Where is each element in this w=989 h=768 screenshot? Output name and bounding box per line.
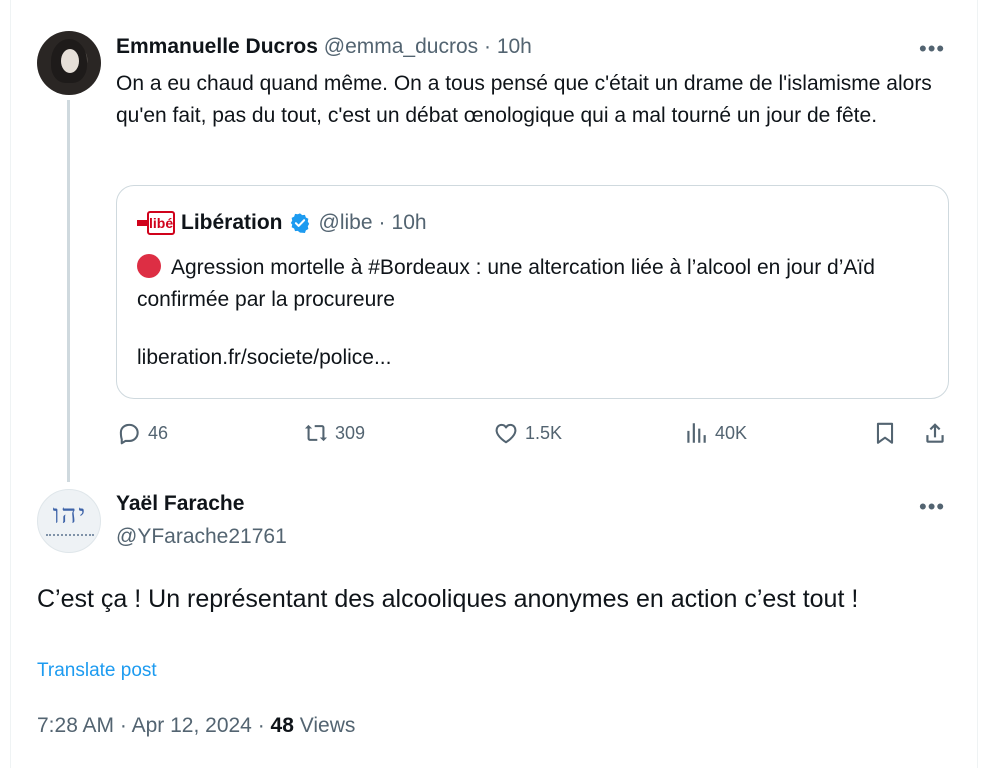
repost-icon [304,424,328,442]
heart-icon [495,423,517,444]
like-button[interactable]: 1.5K [493,420,562,446]
author-name[interactable]: Emmanuelle Ducros [116,35,318,58]
reply-count: 46 [148,422,169,443]
views-count: 40K [715,422,748,443]
quoted-tweet-text-block: Agression mortelle à #Bordeaux : une alt… [137,252,927,316]
post-views-count: 48 [270,714,294,737]
quoted-tweet-time: 10h [391,211,427,234]
translate-post-link[interactable]: Translate post [37,660,157,682]
separator: · [378,211,386,234]
quoted-author-handle: @libe [318,211,373,234]
repost-count: 309 [335,422,366,443]
separator: · [483,35,491,58]
quoted-tweet-text: Agression mortelle à #Bordeaux : une alt… [137,256,875,311]
share-button[interactable] [922,420,954,446]
reply-tweet-text: C’est ça ! Un représentant des alcooliqu… [37,585,859,613]
post-views-label: Views [299,714,356,737]
avatar-yael-farache[interactable]: יהו [37,489,101,553]
liberation-logo-text: libé [147,211,175,235]
bookmark-button[interactable] [872,420,904,446]
views-button[interactable]: 40K [683,420,747,446]
bookmark-icon [876,422,894,444]
analytics-icon [687,423,706,443]
liberation-logo-icon: libé [137,210,175,236]
avatar-emma-ducros[interactable] [37,31,101,95]
more-options-icon[interactable]: ••• [919,38,945,60]
more-options-icon[interactable]: ••• [919,496,945,518]
share-icon [926,423,944,443]
repost-button[interactable]: 309 [303,420,365,446]
post-timestamp: 7:28 AM · Apr 12, 2024 · 48 Views [37,714,355,738]
parent-tweet-text: On a eu chaud quand même. On a tous pens… [116,72,932,127]
quoted-author-name: Libération [181,211,283,234]
separator: · [119,714,127,737]
quoted-tweet-link[interactable]: liberation.fr/societe/police... [137,346,391,370]
reply-button[interactable]: 46 [116,420,168,446]
red-circle-icon [137,254,161,278]
avatar-hebrew-text: יהו [52,500,88,530]
quoted-tweet-header: libé Libération @libe · 10h [137,210,427,236]
post-date[interactable]: Apr 12, 2024 [132,714,252,737]
author-handle[interactable]: @emma_ducros [324,35,478,58]
post-time[interactable]: 7:28 AM [37,714,114,737]
like-count: 1.5K [525,422,563,443]
verified-badge-icon [290,213,309,233]
reply-author-handle[interactable]: @YFarache21761 [116,525,287,549]
separator: · [257,714,265,737]
reply-icon [119,423,139,445]
quoted-tweet-card[interactable]: libé Libération @libe · 10h Agression mo… [116,185,949,399]
thread-connector-line [67,100,70,482]
reply-author-name[interactable]: Yaël Farache [116,492,244,516]
parent-tweet-header: Emmanuelle Ducros @emma_ducros · 10h [116,35,532,59]
tweet-time[interactable]: 10h [497,35,532,58]
